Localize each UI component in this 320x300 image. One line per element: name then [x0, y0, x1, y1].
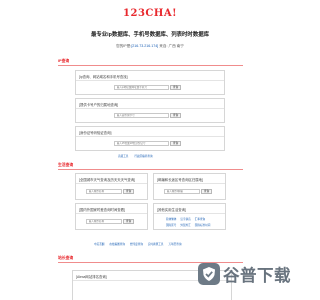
link-calendar[interactable]: 万年历查询 [168, 242, 181, 246]
link-translate[interactable]: 中英互翻 [94, 242, 104, 246]
query-row: 查询 [114, 113, 182, 118]
card-title: [全国城市天气查询及历天天天气查询] [79, 178, 136, 182]
ip-query-button[interactable]: 查询 [170, 85, 182, 90]
section-title-ip: IP查询 [58, 59, 70, 63]
link-latlng[interactable]: 经纬度查询 [130, 242, 143, 246]
section-title-life: 生活查询 [58, 163, 74, 167]
link-standard-time[interactable]: 国际标准时间 [195, 223, 211, 227]
card-divider [76, 183, 147, 184]
link-region-code[interactable]: 行政区编码查询 [134, 154, 152, 158]
section-links-life: 中英互翻 在线看图查询 经纬度查询 实时换算工具 万年历查询 [94, 242, 181, 246]
ip-query-card: [ip查询、网站域名和手机号查找] 查询 [75, 70, 225, 95]
query-row: 查询 [114, 85, 182, 90]
card-number-card: [提供卡号户的归属地查询] 查询 [75, 98, 225, 123]
link-pinyin[interactable]: 汉字拼音 [180, 217, 190, 221]
card-title: [Alexa网站排名查询] [76, 275, 107, 279]
query-row: 查询 [86, 219, 135, 224]
watermark-text: 谷普下载 [223, 266, 291, 285]
query-row: 查询 [114, 141, 182, 146]
client-ip-line: 您的IP是:[216.73.216.174] 来自: 广西 南宁 [0, 44, 300, 49]
card-title: [提供卡号户的归属地查询] [79, 103, 119, 107]
card-divider [76, 136, 224, 137]
card-divider [154, 183, 225, 184]
watermark: 谷普下载 [198, 262, 291, 286]
ip-input[interactable] [114, 85, 169, 90]
link-simplified-traditional[interactable]: 简体繁体 [166, 217, 176, 221]
card-divider [76, 213, 147, 214]
card-title: [其他实用生活查询] [157, 208, 187, 212]
card-title: [ip查询、网站域名和手机号查找] [79, 75, 128, 79]
link-intl-code[interactable]: 国际区号 [166, 223, 176, 227]
id-card-card: [身份证号码验证查询] 查询 [75, 126, 225, 151]
section-title-webmaster: 站长查询 [58, 256, 74, 260]
client-ip: [216.73.216.174] [131, 44, 159, 48]
weather-city-input[interactable] [86, 189, 122, 194]
query-row: 查询 [164, 189, 213, 194]
link-forex[interactable]: 外贸外汇 [180, 223, 190, 227]
card-title: [身份证号码验证查询] [79, 131, 112, 135]
link-unit-convert[interactable]: 实时换算工具 [148, 242, 164, 246]
page-headline: 最专业ip数据库、手机号数据库、列表时时数据库 [91, 32, 209, 38]
postcode-query-button[interactable]: 查询 [201, 189, 213, 194]
postcode-input[interactable] [164, 189, 200, 194]
shield-icon [198, 263, 220, 285]
card-divider [76, 108, 224, 109]
card-divider [154, 213, 225, 214]
weather-card: [全国城市天气查询及历天天天气查询] 查询 [75, 173, 148, 200]
card-number-query-button[interactable]: 查询 [170, 113, 182, 118]
ip-location: 来自: 广西 南宁 [159, 44, 184, 48]
tool-links-row-1: 简体繁体 汉字拼音 汇率查询 [166, 217, 205, 221]
ip-prefix: 您的IP是: [116, 44, 132, 48]
timezone-query-button[interactable]: 查询 [123, 219, 135, 224]
link-advanced-tools[interactable]: 高级工具 [118, 154, 128, 158]
timezone-city-input[interactable] [86, 219, 122, 224]
card-number-input[interactable] [114, 113, 169, 118]
site-logo[interactable]: 123CHA! [0, 8, 300, 19]
tool-links-row-2: 国际区号 外贸外汇 国际标准时间 [166, 223, 210, 227]
link-image-query[interactable]: 在线看图查询 [109, 242, 125, 246]
id-card-input[interactable] [114, 141, 169, 146]
section-rule [58, 65, 243, 66]
id-card-query-button[interactable]: 查询 [170, 141, 182, 146]
postcode-card: [邮编和长途区号查询区归属地] 查询 [153, 173, 226, 200]
weather-query-button[interactable]: 查询 [123, 189, 135, 194]
section-links-ip: 高级工具 行政区编码查询 [118, 154, 153, 158]
section-rule [58, 169, 243, 170]
link-exchange-rate[interactable]: 汇率查询 [195, 217, 205, 221]
timezone-card: [国内外国家时差查询时间查看] 查询 [75, 203, 148, 230]
query-row: 查询 [86, 189, 135, 194]
other-tools-card: [其他实用生活查询] 简体繁体 汉字拼音 汇率查询 国际区号 外贸外汇 国际标准… [153, 203, 226, 230]
card-title: [邮编和长途区号查询区归属地] [157, 178, 203, 182]
card-title: [国内外国家时差查询时间查看] [79, 208, 125, 212]
card-divider [76, 80, 224, 81]
